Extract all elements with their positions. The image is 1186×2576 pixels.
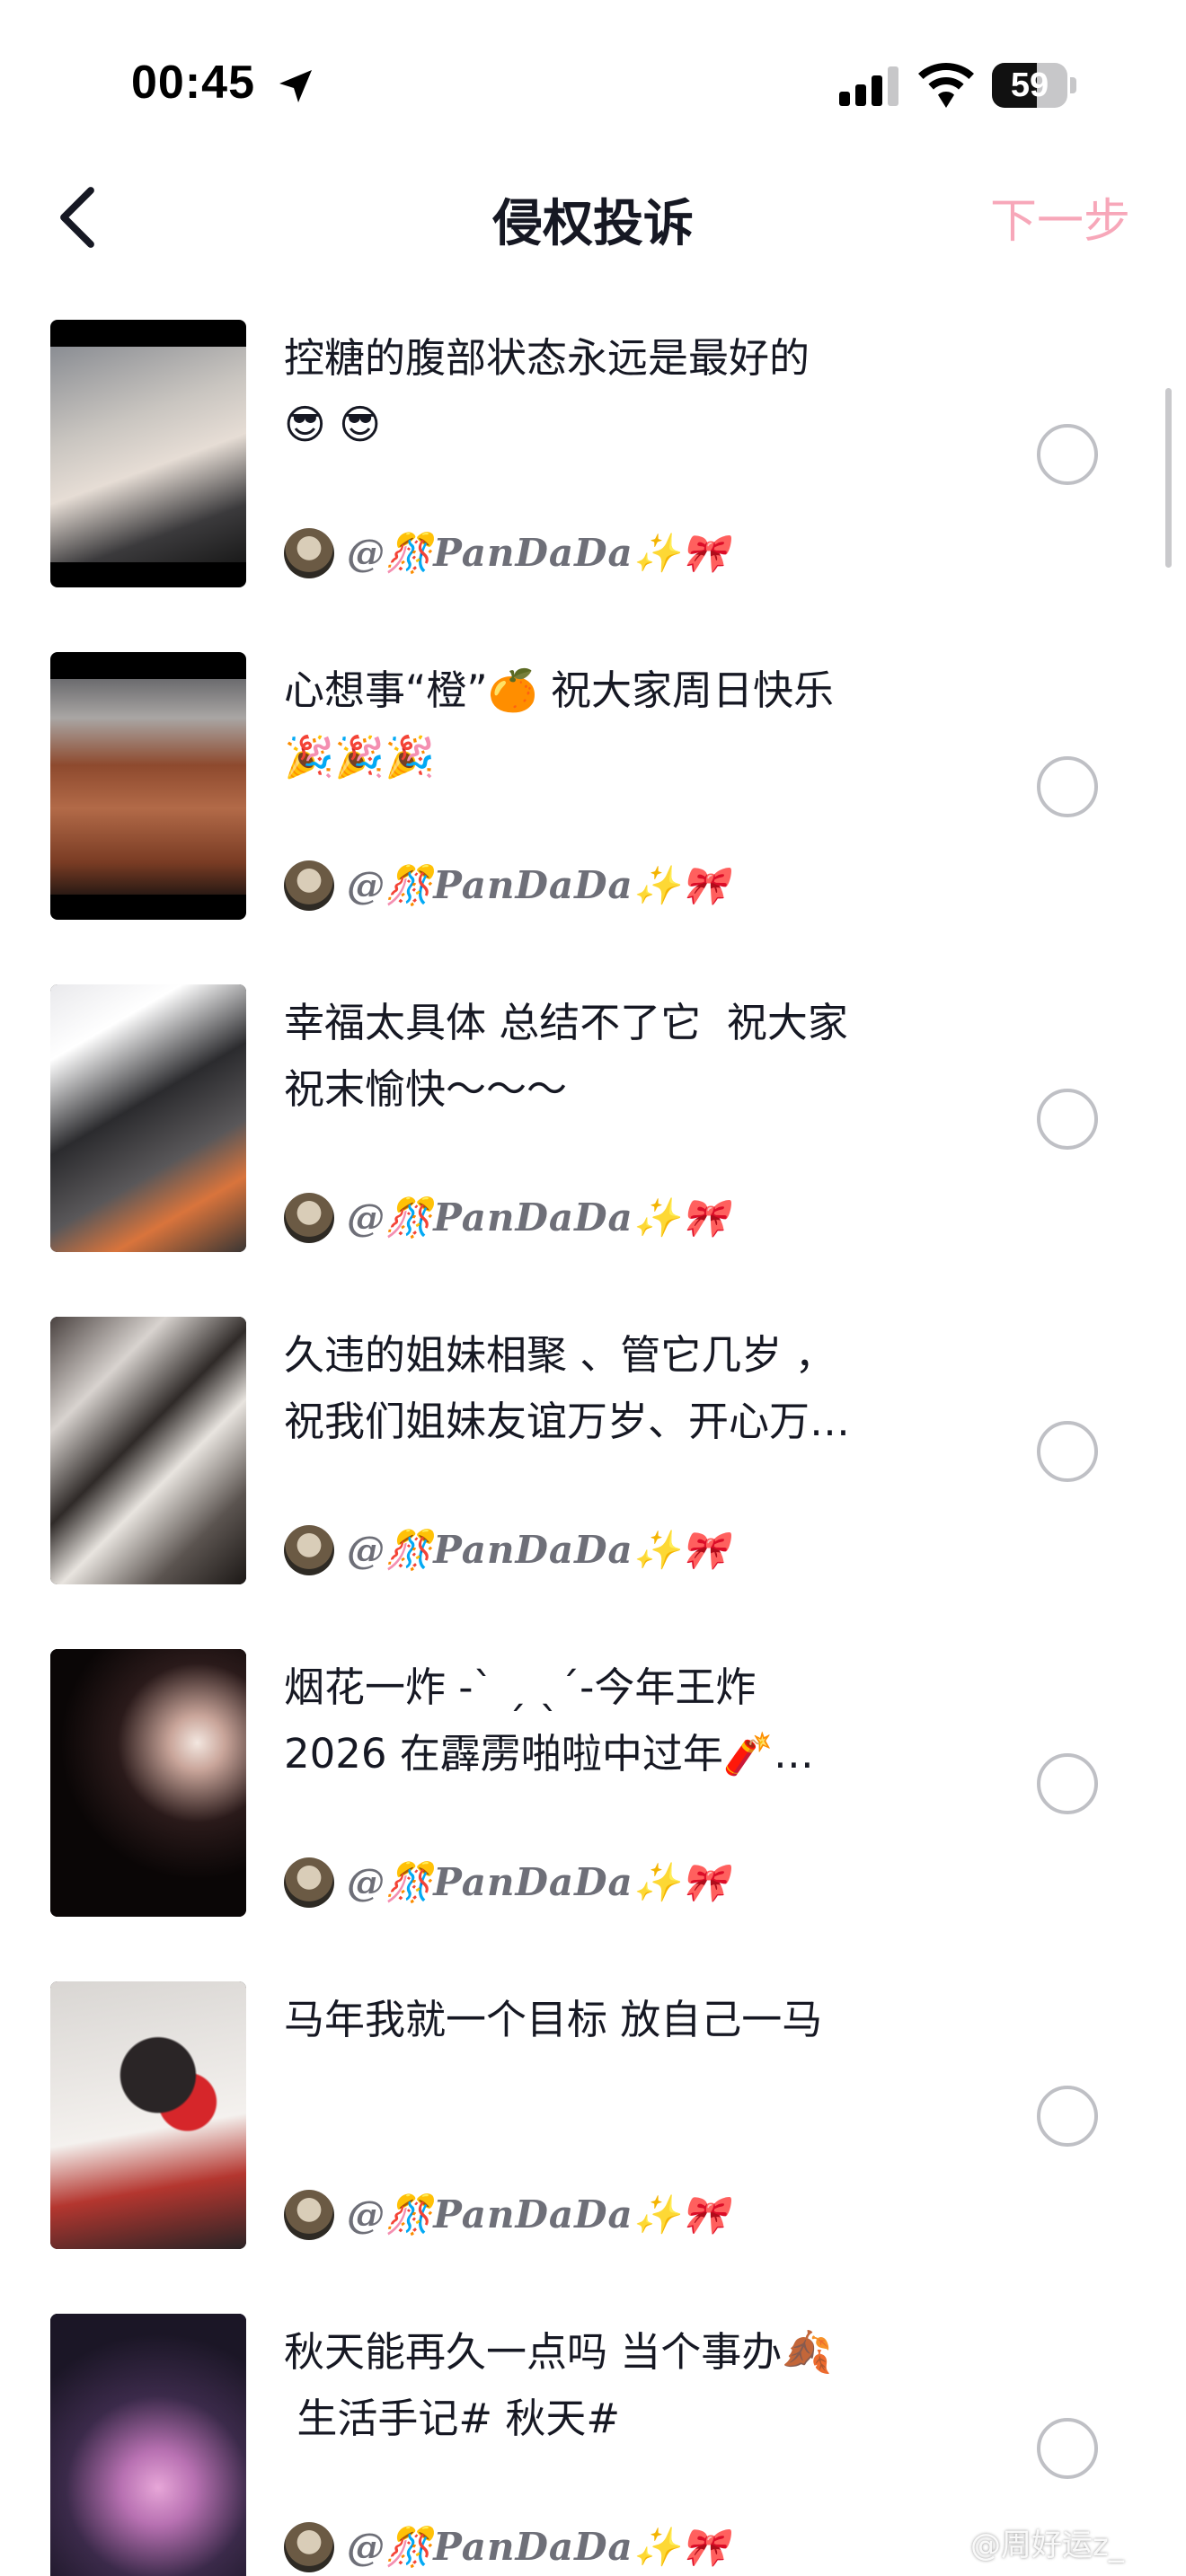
video-list-item[interactable]: 久违的姐妹相聚 、管它几岁 ， 祝我们姐妹友谊万岁、开心万… @🎊PanDaDa… <box>0 1308 1186 1640</box>
video-thumbnail <box>50 1317 246 1584</box>
video-list-item[interactable]: 心想事“橙”🍊 祝大家周日快乐 🎉🎉🎉 @🎊PanDaDa✨🎀 <box>0 643 1186 975</box>
video-caption: 控糖的腹部状态永远是最好的 😎 😎 <box>284 334 810 448</box>
avatar <box>284 528 334 578</box>
video-caption: 心想事“橙”🍊 祝大家周日快乐 🎉🎉🎉 <box>284 666 834 781</box>
author-name: @🎊PanDaDa✨🎀 <box>347 2525 730 2569</box>
wifi-icon <box>918 63 974 108</box>
video-thumbnail <box>50 1649 246 1917</box>
video-list-item[interactable]: 马年我就一个目标 放自己一马 @🎊PanDaDa✨🎀 <box>0 1972 1186 2305</box>
select-radio-button[interactable] <box>1037 2086 1098 2147</box>
cellular-signal-icon <box>839 66 898 106</box>
video-caption: 马年我就一个目标 放自己一马 <box>284 1996 823 2043</box>
author-name: @🎊PanDaDa✨🎀 <box>347 531 730 575</box>
status-bar: 00:45 59 <box>0 0 1186 162</box>
video-list-item[interactable]: 烟花一炸 -ˋ ˏ ˎˊ-今年王炸 2026 在霹雳啪啦中过年🧨… @🎊PanD… <box>0 1640 1186 1972</box>
watermark: @周好运z_ <box>970 2527 1124 2563</box>
video-list-item[interactable]: 控糖的腹部状态永远是最好的 😎 😎 @🎊PanDaDa✨🎀 <box>0 311 1186 643</box>
select-radio-button[interactable] <box>1037 424 1098 485</box>
avatar <box>284 1857 334 1908</box>
video-thumbnail <box>50 320 246 587</box>
select-radio-button[interactable] <box>1037 756 1098 817</box>
avatar <box>284 2522 334 2572</box>
video-author: @🎊PanDaDa✨🎀 <box>284 526 729 580</box>
author-name: @🎊PanDaDa✨🎀 <box>347 1195 730 1239</box>
battery-icon: 59 <box>992 63 1076 108</box>
video-thumbnail <box>50 1981 246 2249</box>
video-thumbnail <box>50 652 246 920</box>
next-step-button[interactable]: 下一步 <box>990 183 1130 251</box>
video-caption: 烟花一炸 -ˋ ˏ ˎˊ-今年王炸 2026 在霹雳啪啦中过年🧨… <box>284 1663 814 1778</box>
select-radio-button[interactable] <box>1037 1089 1098 1150</box>
video-author: @🎊PanDaDa✨🎀 <box>284 2188 729 2242</box>
author-name: @🎊PanDaDa✨🎀 <box>347 1528 730 1572</box>
video-author: @🎊PanDaDa✨🎀 <box>284 1191 729 1245</box>
video-author: @🎊PanDaDa✨🎀 <box>284 1523 729 1577</box>
author-name: @🎊PanDaDa✨🎀 <box>347 863 730 907</box>
video-caption: 久违的姐妹相聚 、管它几岁 ， 祝我们姐妹友谊万岁、开心万… <box>284 1331 851 1445</box>
author-name: @🎊PanDaDa✨🎀 <box>347 2192 730 2236</box>
author-name: @🎊PanDaDa✨🎀 <box>347 1860 730 1904</box>
battery-percent: 59 <box>1010 66 1049 104</box>
video-author: @🎊PanDaDa✨🎀 <box>284 2520 729 2574</box>
avatar <box>284 860 334 911</box>
avatar <box>284 1193 334 1243</box>
video-author: @🎊PanDaDa✨🎀 <box>284 859 729 913</box>
video-thumbnail <box>50 2314 246 2576</box>
location-arrow-icon <box>279 70 312 102</box>
video-caption: 秋天能再久一点吗 当个事办🍂 生活手记# 秋天# <box>284 2328 833 2442</box>
status-time: 00:45 <box>131 57 255 109</box>
video-list: 控糖的腹部状态永远是最好的 😎 😎 @🎊PanDaDa✨🎀 心想事“橙”🍊 祝大… <box>0 311 1186 2576</box>
video-author: @🎊PanDaDa✨🎀 <box>284 1856 729 1910</box>
nav-bar: 侵权投诉 下一步 <box>0 162 1186 287</box>
select-radio-button[interactable] <box>1037 1753 1098 1814</box>
select-radio-button[interactable] <box>1037 2418 1098 2479</box>
video-list-item[interactable]: 幸福太具体 总结不了它 祝大家 祝末愉快～～～ @🎊PanDaDa✨🎀 <box>0 975 1186 1308</box>
battery-body: 59 <box>992 63 1067 108</box>
select-radio-button[interactable] <box>1037 1421 1098 1482</box>
avatar <box>284 1525 334 1575</box>
video-thumbnail <box>50 984 246 1252</box>
avatar <box>284 2190 334 2240</box>
battery-cap <box>1070 77 1076 93</box>
video-caption: 幸福太具体 总结不了它 祝大家 祝末愉快～～～ <box>284 999 848 1113</box>
